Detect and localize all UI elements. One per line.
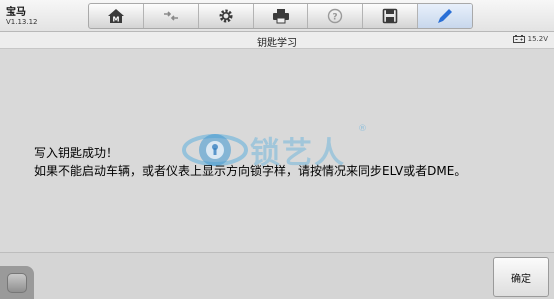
app-version: V1.13.12 [6,18,38,26]
help-icon: ? [328,8,343,24]
content-area: 锁艺人 ® 写入钥匙成功！ 如果不能启动车辆，或者仪表上显示方向锁字样，请按情况… [0,50,554,252]
floating-home-button[interactable] [0,266,34,299]
print-button[interactable] [254,4,309,28]
home-icon: M [107,9,124,24]
battery-status: 15.2V [512,35,548,43]
toolbar: M ? [88,3,473,29]
battery-icon [512,35,525,43]
battery-voltage: 15.2V [527,35,548,43]
floating-home-icon [7,273,27,293]
home-button[interactable]: M [89,4,144,28]
watermark-registered: ® [358,124,367,134]
vehicle-swap-icon [163,11,178,21]
ok-button[interactable]: 确定 [493,257,549,297]
help-button[interactable]: ? [308,4,364,28]
svg-text:?: ? [333,13,338,23]
message-line-1: 写入钥匙成功！ [34,146,119,160]
save-icon [382,8,398,24]
vehicle-swap-button[interactable] [144,4,199,28]
app-title: 宝马 [6,7,26,18]
top-bar: 宝马 V1.13.12 M ? [0,0,554,32]
svg-text:M: M [112,16,119,24]
pencil-icon [438,9,453,23]
save-button[interactable] [363,4,419,28]
print-icon [272,9,289,24]
page-title: 钥匙学习 [257,38,297,49]
message-line-2: 如果不能启动车辆，或者仪表上显示方向锁字样，请按情况来同步ELV或者DME。 [34,164,467,178]
bottom-bar: 确定 [0,252,554,299]
gear-icon [219,9,233,23]
edit-button[interactable] [418,4,472,28]
settings-button[interactable] [199,4,254,28]
sub-header: 钥匙学习 15.2V [0,32,554,49]
